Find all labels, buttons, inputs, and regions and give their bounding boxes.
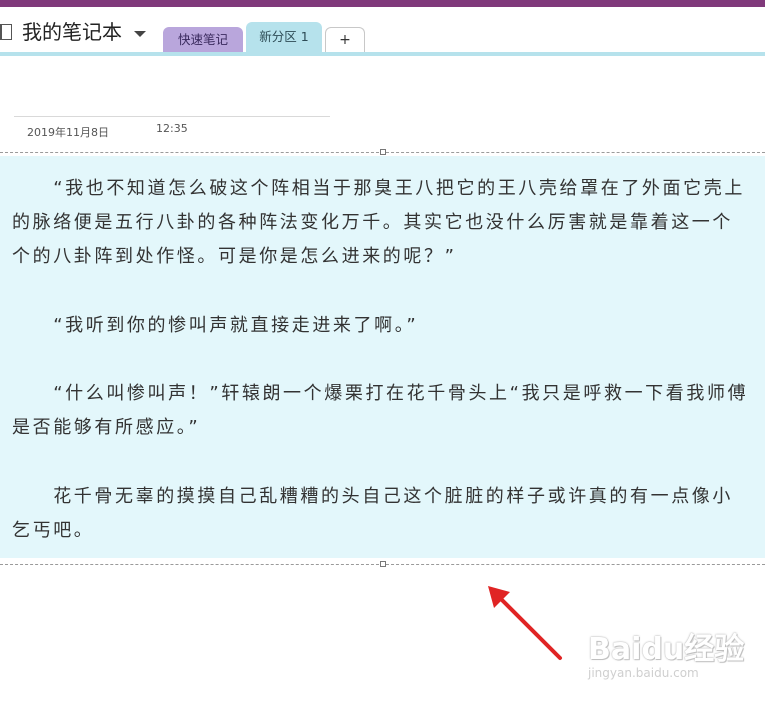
notebook-header: 我的笔记本 快速笔记 新分区 1 + (0, 7, 765, 52)
watermark-logo: Baidu经验 (588, 632, 745, 667)
window-accent-strip (0, 0, 765, 7)
page-time: 12:35 (156, 122, 188, 135)
note-paragraph[interactable]: “我听到你的惨叫声就直接走进来了啊。” (12, 309, 750, 343)
chevron-down-icon[interactable] (134, 31, 146, 37)
page-title-field[interactable] (14, 116, 330, 117)
watermark-domain: jingyan.baidu.com (588, 666, 699, 680)
section-color-rule (0, 52, 765, 56)
red-arrow-annotation (488, 586, 562, 660)
add-section-button[interactable]: + (325, 27, 365, 52)
page-date: 2019年11月8日 (27, 126, 109, 139)
note-container[interactable]: “我也不知道怎么破这个阵相当于那臭王八把它的王八壳给罩在了外面它壳上的脉络便是五… (0, 156, 765, 558)
note-paragraph[interactable]: 花千骨无辜的摸摸自己乱糟糟的头自己这个脏脏的样子或许真的有一点像小乞丐吧。 (12, 480, 750, 548)
note-paragraph[interactable]: “什么叫惨叫声！”轩辕朗一个爆栗打在花千骨头上“我只是呼救一下看我师傅是否能够有… (12, 377, 750, 445)
tab-new-section-1[interactable]: 新分区 1 (246, 22, 322, 52)
resize-handle-top[interactable] (380, 149, 386, 155)
notebook-title[interactable]: 我的笔记本 (22, 19, 122, 45)
baidu-watermark: Baidu经验 jingyan.baidu.com (588, 620, 758, 690)
note-paragraph[interactable]: “我也不知道怎么破这个阵相当于那臭王八把它的王八壳给罩在了外面它壳上的脉络便是五… (12, 172, 750, 274)
tab-quick-notes[interactable]: 快速笔记 (163, 27, 243, 52)
resize-handle-bottom[interactable] (380, 561, 386, 567)
notebook-icon[interactable] (0, 24, 12, 40)
